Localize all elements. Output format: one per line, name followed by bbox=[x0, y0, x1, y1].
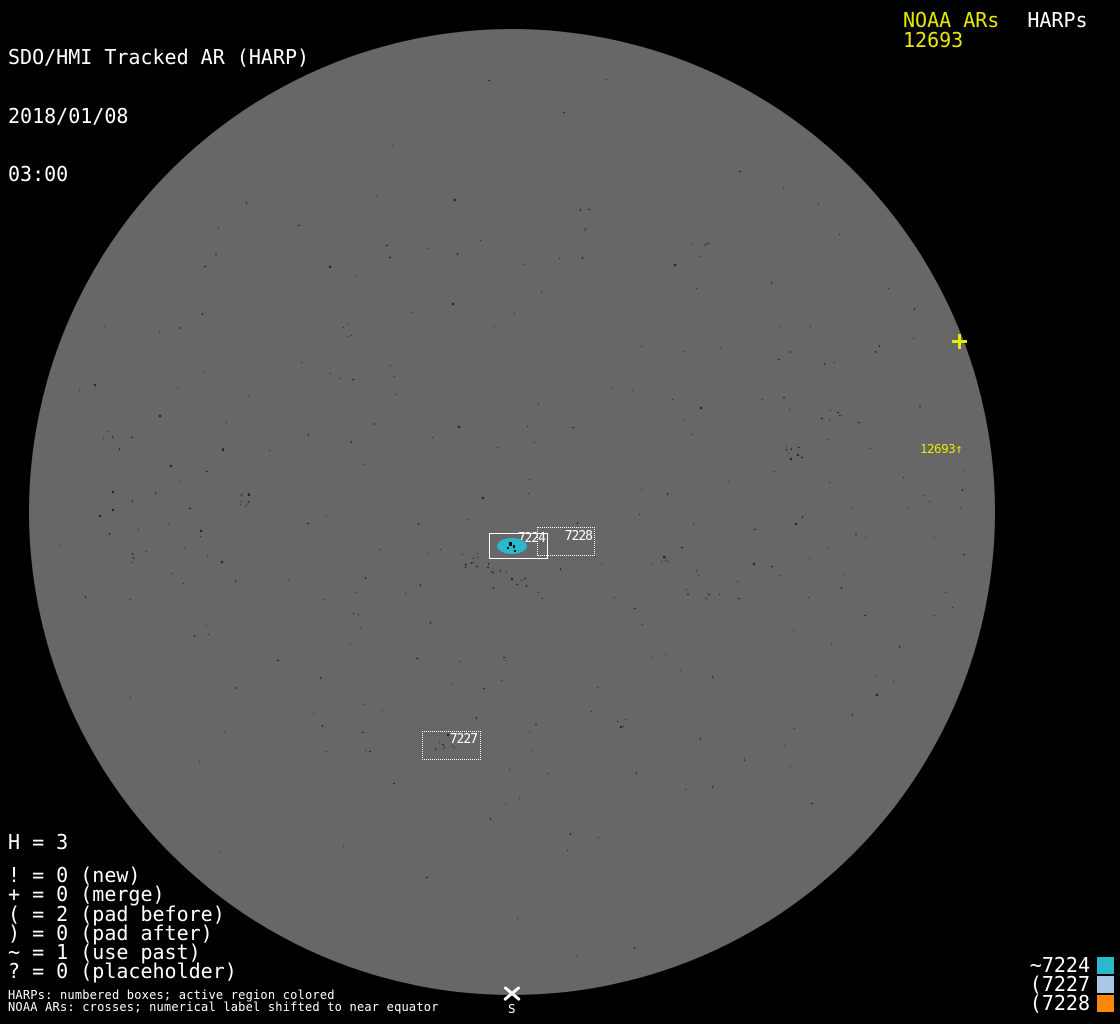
harps-header: HARPs bbox=[1027, 8, 1088, 32]
footnotes: HARPs: numbered boxes; active region col… bbox=[8, 989, 439, 1014]
legend-swatch bbox=[1097, 995, 1114, 1012]
plot-time: 03:00 bbox=[8, 162, 69, 186]
sunspot-dot bbox=[507, 547, 509, 549]
legend-swatch bbox=[1097, 957, 1114, 974]
plot-title: SDO/HMI Tracked AR (HARP) bbox=[8, 45, 310, 69]
harp-plot: SDO/HMI Tracked AR (HARP) 2018/01/08 03:… bbox=[0, 0, 1120, 1024]
harp-box-label: 7228 bbox=[564, 529, 593, 544]
harp-box-7228: 7228 bbox=[537, 527, 595, 556]
noaa-ar-number: 12693 bbox=[903, 28, 964, 52]
noaa-cross-label: 12693↑ bbox=[920, 441, 963, 456]
south-pole-x-icon bbox=[503, 985, 521, 1001]
legend-label: (7228 bbox=[1029, 991, 1090, 1015]
stats-line: ? = 0 (placeholder) bbox=[8, 959, 237, 984]
plot-date: 2018/01/08 bbox=[8, 103, 129, 128]
stats-legend: ! = 0 (new) + = 0 (merge)( = 2 (pad befor… bbox=[8, 865, 237, 984]
south-pole-label: S bbox=[508, 1001, 516, 1016]
noaa-cross-icon-12693 bbox=[952, 334, 967, 349]
legend-row: (7228 bbox=[1029, 991, 1114, 1015]
active-region-blob-7224 bbox=[497, 538, 527, 554]
footnote-line: NOAA ARs: crosses; numerical label shift… bbox=[8, 1000, 439, 1015]
sunspot-dot bbox=[509, 542, 512, 546]
sunspot-dot bbox=[514, 550, 516, 552]
harp-box-7227: 7227 bbox=[422, 731, 481, 760]
plot-header: SDO/HMI Tracked AR (HARP) 2018/01/08 03:… bbox=[8, 9, 309, 224]
legend-swatch bbox=[1097, 976, 1114, 993]
color-legend: ~7224 (7227 (7228 bbox=[1029, 955, 1114, 1015]
harp-box-label: 7227 bbox=[449, 732, 478, 747]
harp-count: H = 3 bbox=[8, 830, 69, 854]
sunspot-dot bbox=[513, 545, 515, 548]
